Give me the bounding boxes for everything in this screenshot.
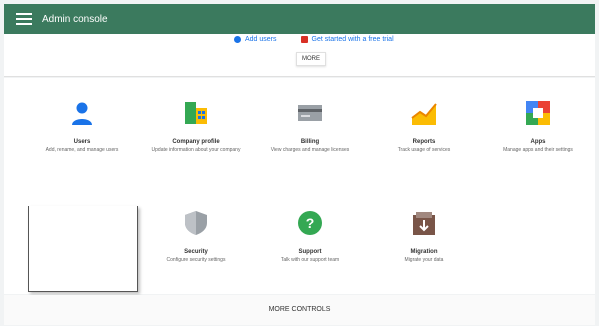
card-migration[interactable]: Migration Migrate your data: [374, 210, 474, 264]
card-support-name: Support: [298, 249, 322, 255]
card-billing[interactable]: Billing View charges and manage licenses: [260, 100, 360, 154]
person-add-icon: [234, 36, 241, 43]
card-users-desc: Add, rename, and manage users: [45, 147, 119, 153]
security-icon: [185, 211, 207, 235]
add-users-link[interactable]: Add users: [234, 36, 277, 43]
card-billing-name: Billing: [300, 139, 320, 145]
card-users[interactable]: Users Add, rename, and manage users: [32, 100, 132, 154]
card-company-profile-desc: Update information about your company: [151, 147, 241, 153]
hover-card-outline: [28, 206, 138, 292]
top-panel: Add users Get started with a free trial …: [4, 34, 595, 77]
more-controls-label: MORE CONTROLS: [268, 306, 331, 313]
user-icon: [72, 102, 92, 125]
quick-links: Add users Get started with a free trial: [234, 36, 394, 43]
card-users-name: Users: [73, 139, 91, 145]
card-security-name: Security: [184, 249, 208, 255]
migration-icon: [413, 212, 435, 235]
free-trial-link[interactable]: Get started with a free trial: [300, 36, 394, 43]
svg-text:?: ?: [306, 215, 315, 231]
card-company-profile[interactable]: Company profile Update information about…: [146, 100, 246, 154]
apps-icon: [526, 101, 550, 125]
billing-icon: [298, 105, 322, 121]
card-security-desc: Configure security settings: [166, 257, 226, 263]
menu-icon[interactable]: [16, 13, 32, 25]
app-header: Admin console: [4, 4, 595, 34]
card-apps[interactable]: Apps Manage apps and their settings: [488, 100, 588, 154]
add-users-label: Add users: [245, 36, 277, 43]
card-apps-desc: Manage apps and their settings: [503, 147, 573, 153]
more-button[interactable]: MORE: [296, 52, 326, 66]
card-migration-desc: Migrate your data: [404, 257, 444, 263]
card-company-profile-name: Company profile: [172, 139, 220, 145]
reports-icon: [411, 103, 437, 125]
card-reports[interactable]: Reports Track usage of services: [374, 100, 474, 154]
free-trial-label: Get started with a free trial: [311, 36, 394, 43]
card-security[interactable]: Security Configure security settings: [146, 210, 246, 264]
card-reports-desc: Track usage of services: [397, 147, 451, 153]
card-apps-name: Apps: [530, 139, 546, 145]
company-profile-icon: [185, 102, 207, 124]
more-controls-bar[interactable]: MORE CONTROLS: [4, 295, 595, 325]
card-migration-name: Migration: [410, 249, 438, 255]
app-title: Admin console: [42, 13, 108, 25]
card-reports-name: Reports: [412, 139, 436, 145]
gift-icon: [300, 36, 308, 43]
support-icon: ?: [298, 211, 322, 235]
card-support-desc: Talk with our support team: [280, 257, 340, 263]
card-billing-desc: View charges and manage licenses: [270, 147, 350, 153]
card-support[interactable]: ? Support Talk with our support team: [260, 210, 360, 264]
